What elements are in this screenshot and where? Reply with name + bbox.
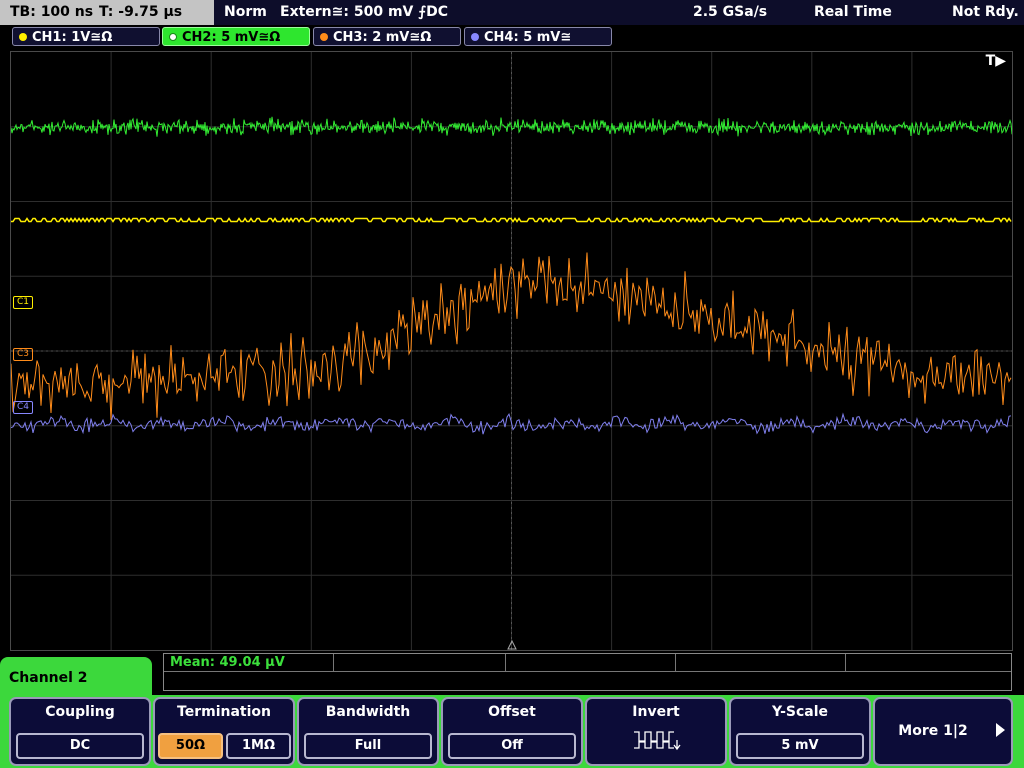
trigger-source[interactable]: Extern≅: 500 mV ⨍DC — [280, 0, 448, 25]
ch4-offset-marker[interactable]: C4 — [13, 401, 34, 414]
ch4-dot-icon — [471, 33, 479, 41]
termination-label: Termination — [177, 704, 271, 720]
termination-50ohm-option[interactable]: 50Ω — [158, 733, 223, 759]
coupling-value[interactable]: DC — [16, 733, 144, 759]
termination-softkey[interactable]: Termination 50Ω 1MΩ — [153, 697, 295, 766]
trigger-time-value: T: -9.75 µs — [99, 4, 183, 20]
ch1-offset-marker[interactable]: C1 — [13, 296, 34, 309]
mean-measurement: Mean: 49.04 µV — [170, 655, 285, 670]
timebase-value: TB: 100 ns — [10, 4, 94, 20]
menu-title-tab: Channel 2 — [0, 657, 152, 699]
measurement-bar: Mean: 49.04 µV — [163, 653, 1012, 691]
arrow-right-icon — [996, 723, 1005, 737]
sample-rate: 2.5 GSa/s — [693, 4, 768, 20]
channel-2-button[interactable]: CH2: 5 mV≅Ω — [162, 27, 310, 46]
inverted-pulse-icon — [634, 731, 681, 751]
graticule-grid — [11, 52, 1012, 650]
channel-4-button[interactable]: CH4: 5 mV≅ — [464, 27, 612, 46]
offset-label: Offset — [488, 704, 536, 720]
waveform-display[interactable]: T▶ C1 C3 C4 — [10, 51, 1013, 651]
waveform-canvas — [11, 52, 1012, 650]
offset-value[interactable]: Off — [448, 733, 576, 759]
bandwidth-softkey[interactable]: Bandwidth Full — [297, 697, 439, 766]
channel-3-button[interactable]: CH3: 2 mV≅Ω — [313, 27, 461, 46]
ch2-dot-icon — [169, 33, 177, 41]
trigger-mode[interactable]: Norm — [224, 0, 267, 25]
yscale-label: Y-Scale — [771, 704, 828, 720]
offset-softkey[interactable]: Offset Off — [441, 697, 583, 766]
yscale-softkey[interactable]: Y-Scale 5 mV — [729, 697, 871, 766]
bandwidth-value[interactable]: Full — [304, 733, 432, 759]
more-label: More 1|2 — [898, 723, 968, 739]
measurement-cell — [676, 654, 846, 672]
status-bar: TB: 100 ns T: -9.75 µs Norm Extern≅: 500… — [0, 0, 1024, 25]
acquisition-state: Not Rdy. — [952, 4, 1019, 20]
yscale-value[interactable]: 5 mV — [736, 733, 864, 759]
invert-softkey[interactable]: Invert — [585, 697, 727, 766]
coupling-softkey[interactable]: Coupling DC — [9, 697, 151, 766]
invert-label: Invert — [632, 704, 680, 720]
ch3-dot-icon — [320, 33, 328, 41]
measurement-cell[interactable]: Mean: 49.04 µV — [164, 654, 334, 672]
trigger-marker-icon[interactable]: T▶ — [986, 53, 1006, 69]
measurement-cell — [506, 654, 676, 672]
more-softkey[interactable]: More 1|2 — [873, 697, 1013, 766]
timebase-box[interactable]: TB: 100 ns T: -9.75 µs — [0, 0, 214, 25]
acquisition-mode: Real Time — [814, 4, 892, 20]
channel-1-button[interactable]: CH1: 1V≅Ω — [12, 27, 160, 46]
measurement-cell — [334, 654, 506, 672]
measurement-cell — [846, 654, 1011, 672]
ch3-offset-marker[interactable]: C3 — [13, 348, 34, 361]
coupling-label: Coupling — [45, 704, 115, 720]
ch1-dot-icon — [19, 33, 27, 41]
termination-1mohm-option[interactable]: 1MΩ — [226, 733, 291, 759]
bandwidth-label: Bandwidth — [325, 704, 411, 720]
